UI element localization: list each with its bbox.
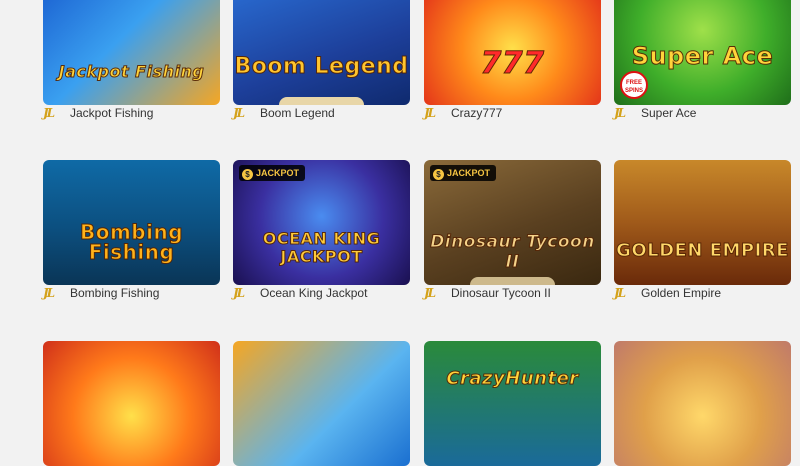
game-thumbnail[interactable] [233,341,410,466]
game-name[interactable]: Golden Empire [641,286,721,300]
game-art [43,341,220,466]
game-name[interactable]: Ocean King Jackpot [260,286,367,300]
game-art [614,341,791,466]
game-label: JL Golden Empire [614,283,800,303]
game-thumbnail[interactable]: CrazyHunter [424,341,601,466]
game-thumbnail[interactable] [614,341,791,466]
provider-logo-icon: JL [43,106,55,120]
game-thumbnail[interactable]: Bombing Fishing [43,160,220,285]
game-art-title: Bombing Fishing [79,220,184,264]
provider-logo-icon: JL [233,106,245,120]
game-name[interactable]: Bombing Fishing [70,286,159,300]
jackpot-badge-label: JACKPOT [256,168,300,178]
game-label: JL Jackpot Fishing [43,103,243,123]
game-label: JL Dinosaur Tycoon II [424,283,624,303]
provider-logo-icon: JL [424,106,436,120]
game-thumbnail[interactable]: Boom Legend [233,0,410,105]
game-thumbnail[interactable]: Jackpot Fishing [43,0,220,105]
game-thumbnail[interactable]: 777 [424,0,601,105]
jackpot-badge: $ JACKPOT [239,165,306,181]
game-label: JL Crazy777 [424,103,624,123]
game-art-title: Jackpot Fishing [58,62,205,82]
game-name[interactable]: Super Ace [641,106,696,120]
provider-logo-icon: JL [43,286,55,300]
provider-logo-icon: JL [614,106,626,120]
game-label: JL Bombing Fishing [43,283,243,303]
game-label: JL Boom Legend [233,103,433,123]
game-art-title: OCEAN KING JACKPOT [262,229,381,266]
coin-icon: $ [242,169,253,180]
game-name[interactable]: Crazy777 [451,106,502,120]
game-art-title: CrazyHunter [446,368,579,390]
game-art [43,0,220,105]
game-art [614,160,791,285]
game-thumbnail[interactable]: Dinosaur Tycoon II $ JACKPOT [424,160,601,285]
game-art-title: 777 [480,46,545,82]
jackpot-badge-label: JACKPOT [447,168,491,178]
game-art [233,0,410,105]
game-art-title: Boom Legend [234,54,409,80]
free-spins-badge: FREE SPINS [620,71,648,99]
game-thumbnail[interactable]: GOLDEN EMPIRE [614,160,791,285]
game-label: JL Super Ace [614,103,800,123]
game-art [424,341,601,466]
game-thumbnail[interactable]: OCEAN KING JACKPOT $ JACKPOT [233,160,410,285]
coin-icon: $ [433,169,444,180]
game-grid: Jackpot Fishing JL Jackpot Fishing Boom … [0,0,800,466]
provider-logo-icon: JL [233,286,245,300]
game-art-title: Dinosaur Tycoon II [430,232,595,273]
game-thumbnail[interactable] [43,341,220,466]
game-name[interactable]: Boom Legend [260,106,335,120]
provider-logo-icon: JL [614,286,626,300]
game-art-title: GOLDEN EMPIRE [616,240,789,262]
game-art [233,341,410,466]
game-name[interactable]: Jackpot Fishing [70,106,153,120]
jackpot-badge: $ JACKPOT [430,165,497,181]
game-art-title: Super Ace [631,42,774,71]
game-label: JL Ocean King Jackpot [233,283,433,303]
provider-logo-icon: JL [424,286,436,300]
game-thumbnail[interactable]: Super Ace FREE SPINS [614,0,791,105]
game-name[interactable]: Dinosaur Tycoon II [451,286,551,300]
